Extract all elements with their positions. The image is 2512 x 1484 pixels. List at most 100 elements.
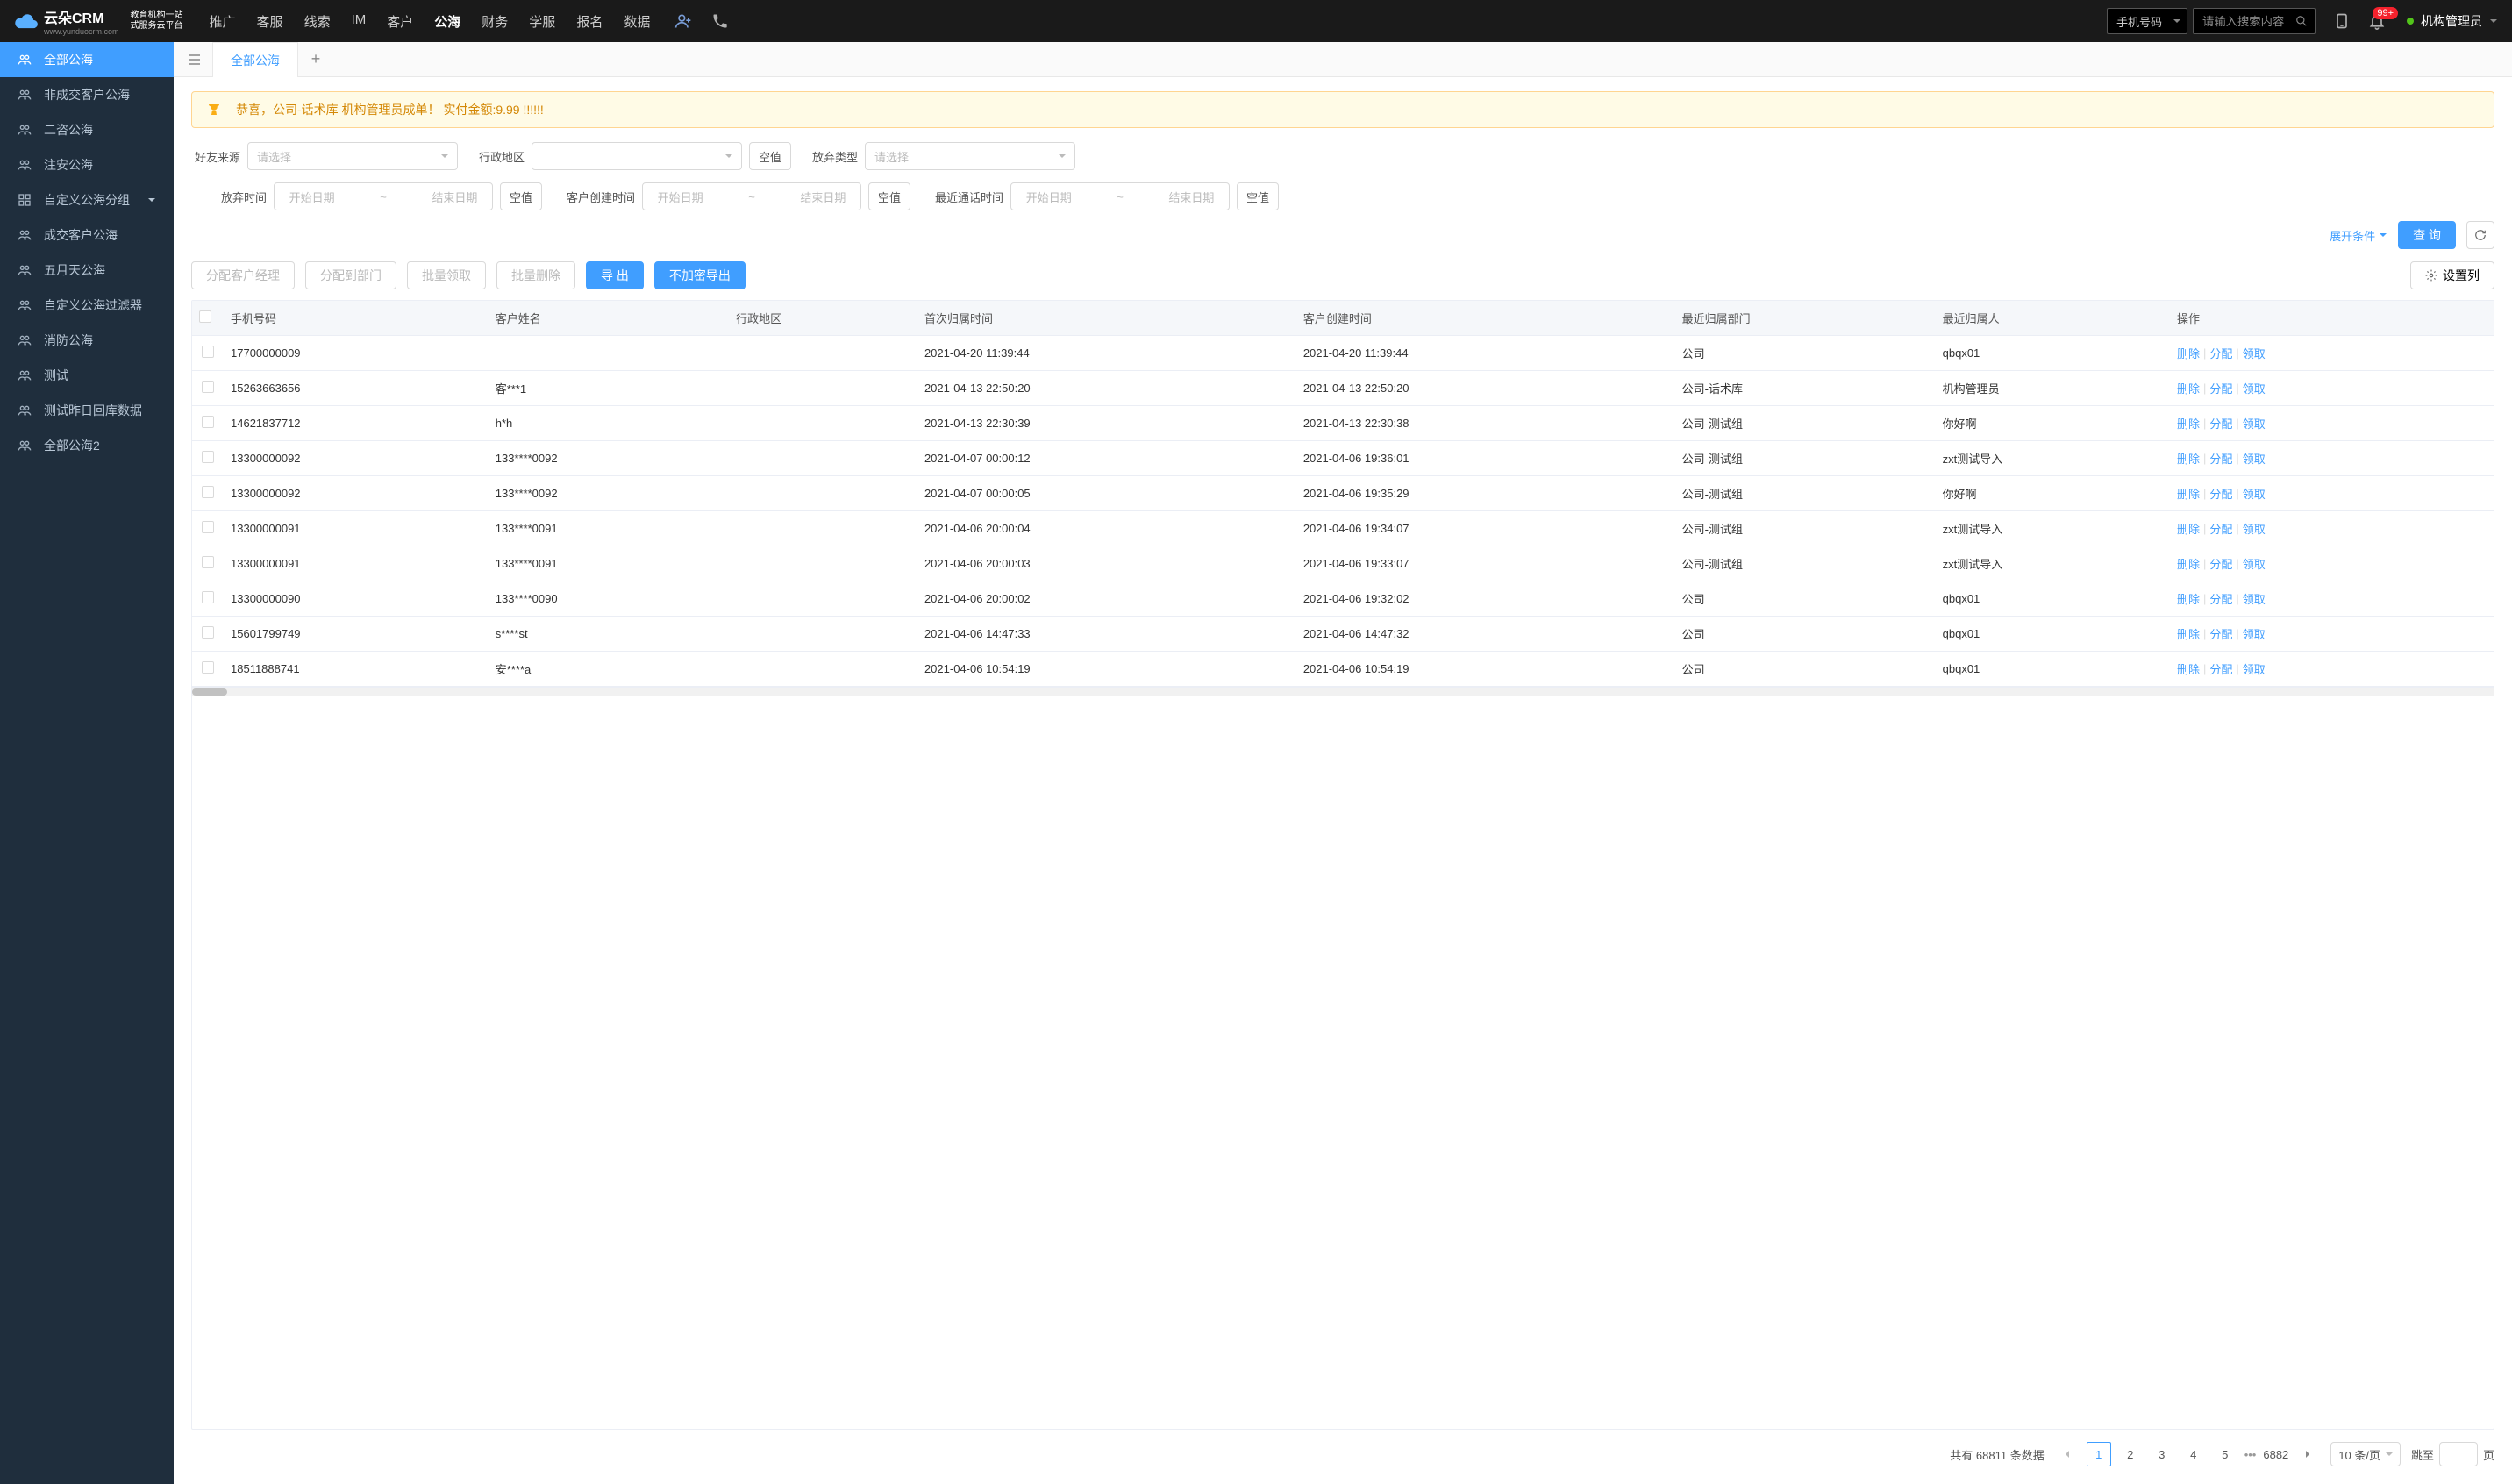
cell-phone[interactable]: 13300000092 bbox=[224, 441, 489, 476]
column-header[interactable]: 客户创建时间 bbox=[1296, 301, 1675, 336]
search-icon[interactable] bbox=[2295, 15, 2308, 27]
cell-phone[interactable]: 17700000009 bbox=[224, 336, 489, 371]
nav-item[interactable]: 报名 bbox=[576, 12, 603, 31]
filter-daterange[interactable]: 开始日期~结束日期 bbox=[642, 182, 861, 210]
op-claim[interactable]: 领取 bbox=[2243, 415, 2266, 432]
op-assign[interactable]: 分配 bbox=[2209, 590, 2232, 607]
op-claim[interactable]: 领取 bbox=[2243, 380, 2266, 396]
tabs-toggle-icon[interactable] bbox=[184, 49, 205, 70]
scrollbar-thumb[interactable] bbox=[192, 688, 227, 696]
row-checkbox[interactable] bbox=[202, 486, 214, 498]
sidebar-item[interactable]: 成交客户公海 bbox=[0, 218, 174, 253]
nav-item[interactable]: 线索 bbox=[304, 12, 331, 31]
cell-phone[interactable]: 18511888741 bbox=[224, 652, 489, 687]
page-number-button[interactable]: 5 bbox=[2213, 1442, 2237, 1466]
filter-select[interactable] bbox=[532, 142, 742, 170]
user-menu[interactable]: 机构管理员 bbox=[2407, 12, 2498, 30]
row-checkbox[interactable] bbox=[202, 416, 214, 428]
row-checkbox[interactable] bbox=[202, 591, 214, 603]
op-assign[interactable]: 分配 bbox=[2209, 485, 2232, 502]
tab-active[interactable]: 全部公海 bbox=[212, 42, 298, 77]
op-assign[interactable]: 分配 bbox=[2209, 415, 2232, 432]
row-checkbox[interactable] bbox=[202, 661, 214, 674]
assign-manager-button[interactable]: 分配客户经理 bbox=[191, 261, 295, 289]
op-claim[interactable]: 领取 bbox=[2243, 450, 2266, 467]
op-claim[interactable]: 领取 bbox=[2243, 520, 2266, 537]
column-header[interactable]: 手机号码 bbox=[224, 301, 489, 336]
sidebar-item[interactable]: 全部公海2 bbox=[0, 428, 174, 463]
page-number-button[interactable]: 4 bbox=[2181, 1442, 2206, 1466]
op-assign[interactable]: 分配 bbox=[2209, 660, 2232, 677]
notifications[interactable]: 99+ bbox=[2368, 12, 2386, 30]
sidebar-item[interactable]: 全部公海 bbox=[0, 42, 174, 77]
op-delete[interactable]: 删除 bbox=[2177, 660, 2200, 677]
set-columns-button[interactable]: 设置列 bbox=[2410, 261, 2494, 289]
logo[interactable]: 云朵CRM www.yunduocrm.com 教育机构一站 式服务云平台 bbox=[14, 6, 183, 36]
assign-dept-button[interactable]: 分配到部门 bbox=[305, 261, 396, 289]
add-user-icon[interactable] bbox=[674, 12, 692, 30]
column-header[interactable]: 客户姓名 bbox=[489, 301, 729, 336]
page-number-button[interactable]: 2 bbox=[2118, 1442, 2143, 1466]
filter-select[interactable]: 请选择 bbox=[247, 142, 458, 170]
export-plain-button[interactable]: 不加密导出 bbox=[654, 261, 746, 289]
row-checkbox[interactable] bbox=[202, 521, 214, 533]
row-checkbox[interactable] bbox=[202, 451, 214, 463]
op-assign[interactable]: 分配 bbox=[2209, 625, 2232, 642]
op-claim[interactable]: 领取 bbox=[2243, 660, 2266, 677]
tab-add-button[interactable]: + bbox=[298, 42, 333, 77]
op-delete[interactable]: 删除 bbox=[2177, 415, 2200, 432]
filter-daterange[interactable]: 开始日期~结束日期 bbox=[274, 182, 493, 210]
search-input[interactable] bbox=[2202, 15, 2288, 28]
op-delete[interactable]: 删除 bbox=[2177, 345, 2200, 361]
op-claim[interactable]: 领取 bbox=[2243, 485, 2266, 502]
nav-item[interactable]: 推广 bbox=[210, 12, 236, 31]
column-header[interactable]: 最近归属部门 bbox=[1675, 301, 1936, 336]
nav-item[interactable]: 财务 bbox=[482, 12, 508, 31]
cell-phone[interactable]: 15263663656 bbox=[224, 371, 489, 406]
row-checkbox[interactable] bbox=[202, 381, 214, 393]
null-value-button[interactable]: 空值 bbox=[749, 142, 791, 170]
op-delete[interactable]: 删除 bbox=[2177, 555, 2200, 572]
null-value-button[interactable]: 空值 bbox=[500, 182, 542, 210]
cell-phone[interactable]: 13300000090 bbox=[224, 581, 489, 617]
column-header[interactable]: 操作 bbox=[2170, 301, 2494, 336]
page-number-button[interactable]: 1 bbox=[2087, 1442, 2111, 1466]
sidebar-item[interactable]: 五月天公海 bbox=[0, 253, 174, 288]
op-delete[interactable]: 删除 bbox=[2177, 625, 2200, 642]
null-value-button[interactable]: 空值 bbox=[1237, 182, 1279, 210]
cell-phone[interactable]: 13300000091 bbox=[224, 546, 489, 581]
page-jump-input[interactable] bbox=[2439, 1442, 2478, 1466]
filter-daterange[interactable]: 开始日期~结束日期 bbox=[1010, 182, 1230, 210]
refresh-button[interactable] bbox=[2466, 221, 2494, 249]
batch-claim-button[interactable]: 批量领取 bbox=[407, 261, 486, 289]
batch-delete-button[interactable]: 批量删除 bbox=[496, 261, 575, 289]
null-value-button[interactable]: 空值 bbox=[868, 182, 910, 210]
cell-phone[interactable]: 14621837712 bbox=[224, 406, 489, 441]
expand-filters-link[interactable]: 展开条件 bbox=[2330, 227, 2387, 244]
search-type-select[interactable]: 手机号码 bbox=[2107, 8, 2187, 34]
export-button[interactable]: 导 出 bbox=[586, 261, 644, 289]
horizontal-scrollbar[interactable] bbox=[192, 687, 2494, 696]
op-delete[interactable]: 删除 bbox=[2177, 450, 2200, 467]
column-header[interactable]: 首次归属时间 bbox=[917, 301, 1296, 336]
op-assign[interactable]: 分配 bbox=[2209, 520, 2232, 537]
device-icon[interactable] bbox=[2333, 12, 2351, 30]
sidebar-item[interactable]: 自定义公海分组 bbox=[0, 182, 174, 218]
nav-item[interactable]: 客户 bbox=[387, 12, 413, 31]
prev-page-button[interactable] bbox=[2055, 1442, 2080, 1466]
op-claim[interactable]: 领取 bbox=[2243, 345, 2266, 361]
select-all-checkbox[interactable] bbox=[199, 310, 211, 323]
op-claim[interactable]: 领取 bbox=[2243, 555, 2266, 572]
column-header[interactable]: 行政地区 bbox=[729, 301, 917, 336]
op-delete[interactable]: 删除 bbox=[2177, 590, 2200, 607]
search-button[interactable]: 查 询 bbox=[2398, 221, 2456, 249]
op-claim[interactable]: 领取 bbox=[2243, 590, 2266, 607]
sidebar-item[interactable]: 消防公海 bbox=[0, 323, 174, 358]
op-assign[interactable]: 分配 bbox=[2209, 555, 2232, 572]
sidebar-item[interactable]: 测试 bbox=[0, 358, 174, 393]
next-page-button[interactable] bbox=[2295, 1442, 2320, 1466]
op-delete[interactable]: 删除 bbox=[2177, 520, 2200, 537]
op-delete[interactable]: 删除 bbox=[2177, 485, 2200, 502]
cell-phone[interactable]: 13300000092 bbox=[224, 476, 489, 511]
last-page-button[interactable]: 6882 bbox=[2263, 1442, 2288, 1466]
